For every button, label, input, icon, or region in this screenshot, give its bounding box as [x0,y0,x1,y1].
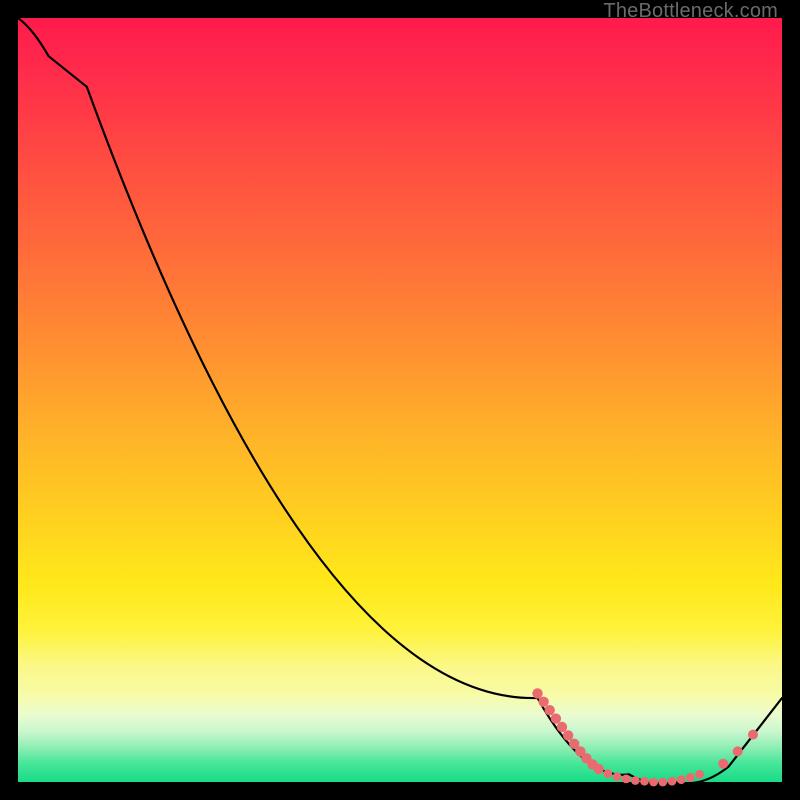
highlight-dot [668,777,677,786]
highlight-dot [532,688,542,698]
highlight-dot [748,730,758,740]
highlight-dot [718,759,728,769]
highlight-dot [695,770,704,779]
highlight-dot [557,722,567,732]
chart-svg [18,18,782,782]
highlight-dot [593,764,603,774]
highlight-dot [551,713,561,723]
plot-area [18,18,782,782]
highlight-dot [631,776,640,785]
highlight-dot [563,730,573,740]
highlight-dot [686,773,695,782]
attribution-label: TheBottleneck.com [603,0,778,23]
highlight-dot [613,772,622,781]
highlight-dot [640,777,649,786]
highlight-dot [677,775,686,784]
highlight-dot [733,746,743,756]
highlight-dot [538,697,548,707]
highlight-dot [649,778,658,787]
highlight-dots [532,688,758,786]
highlight-dot [658,778,667,787]
bottleneck-curve [18,18,782,784]
highlight-dot [545,705,555,715]
highlight-dot [603,769,612,778]
highlight-dot [622,775,631,784]
chart-stage: TheBottleneck.com [0,0,800,800]
